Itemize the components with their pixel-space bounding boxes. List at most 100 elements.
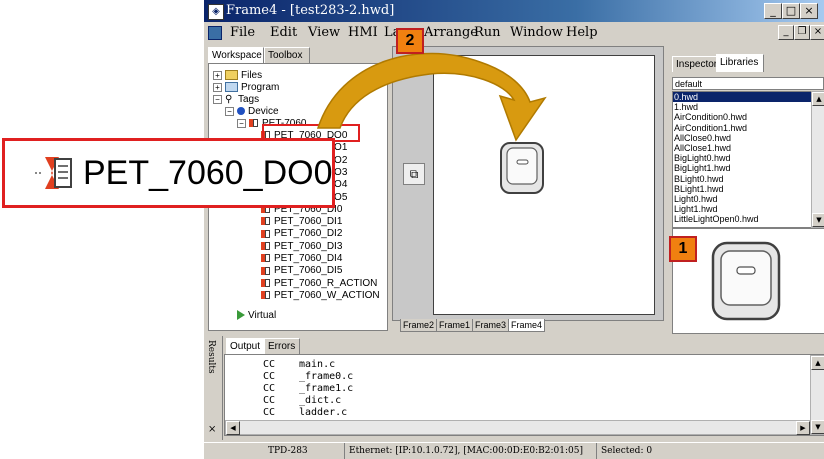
library-item[interactable]: BigLight0.hwd (673, 153, 813, 163)
output-scrollbar[interactable]: ▲ ▼ (810, 355, 824, 435)
close-button[interactable]: × (800, 3, 818, 19)
module-icon (249, 118, 259, 128)
scroll-left-icon[interactable]: ◀ (226, 421, 240, 435)
menu-file[interactable]: File (230, 22, 255, 43)
tree-node-program[interactable]: + Program (213, 82, 279, 94)
scroll-right-icon[interactable]: ▶ (796, 421, 810, 435)
menu-arrange[interactable]: Arrange (424, 22, 478, 43)
mdi-close-button[interactable]: × (810, 25, 824, 40)
collapse-icon[interactable]: − (225, 106, 234, 116)
tab-inspector[interactable]: Inspector (672, 56, 718, 72)
library-item[interactable]: 1.hwd (673, 102, 813, 112)
expand-icon[interactable]: + (213, 82, 222, 92)
library-item[interactable]: Light0.hwd (673, 194, 813, 204)
tag-item-icon (261, 253, 271, 263)
tree-item-tag[interactable]: PET_7060_DI2 (261, 228, 342, 240)
output-hscrollbar[interactable]: ◀ ▶ (225, 420, 811, 435)
menu-hmi[interactable]: HMI (348, 22, 378, 43)
scroll-down-icon[interactable]: ▼ (812, 213, 824, 227)
output-log: ▲ ▼ ◀ ▶ CC main.c CC _frame0.c CC _frame1.c CC… (224, 354, 824, 436)
menu-window[interactable]: Window (510, 22, 563, 43)
tree-item-tag[interactable]: PET_7060_R_ACTION (261, 278, 377, 290)
library-item[interactable]: BLight0.hwd (673, 174, 813, 184)
collapse-icon[interactable]: − (213, 94, 222, 104)
library-item[interactable]: AllClose0.hwd (673, 133, 813, 143)
output-line-cmd: CC (263, 383, 276, 394)
tree-node-device[interactable]: − Device (225, 106, 279, 118)
tree-item-label: PET_7060_DI4 (274, 253, 343, 264)
library-item[interactable]: LittleLightOpen0.hwd (673, 214, 813, 224)
tree-item-tag[interactable]: PET_7060_DI1 (261, 216, 342, 228)
library-select[interactable]: default (672, 77, 824, 90)
tab-frame3[interactable]: Frame3 (472, 319, 510, 332)
design-canvas: ⧉ (392, 46, 664, 321)
menu-edit[interactable]: Edit (270, 22, 297, 43)
window-title: Frame4 - [test283-2.hwd] (226, 3, 395, 18)
output-line-file: main.c (299, 359, 336, 370)
tree-node-tags[interactable]: − ⚲ Tags (213, 94, 259, 106)
library-scrollbar[interactable]: ▲ ▼ (811, 91, 824, 228)
tab-frame4[interactable]: Frame4 (508, 319, 546, 332)
output-line-file: _frame1.c (299, 383, 354, 394)
scroll-down-icon[interactable]: ▼ (811, 420, 824, 434)
minimize-button[interactable]: _ (764, 3, 782, 19)
library-item[interactable]: 0.hwd (673, 92, 813, 103)
tree-item-tag[interactable]: PET_7060_DI3 (261, 241, 342, 253)
scroll-up-icon[interactable]: ▲ (812, 92, 824, 106)
switch-button-widget[interactable] (498, 140, 548, 196)
mdi-restore-button[interactable]: ❐ (794, 25, 810, 40)
layer-tool-icon[interactable]: ⧉ (403, 163, 425, 185)
tag-item-icon (261, 229, 271, 239)
step-badge-2: 2 (396, 28, 424, 54)
menu-view[interactable]: View (308, 22, 340, 43)
preview-switch-icon (711, 241, 781, 321)
tree-item-tag[interactable]: PET_7060_DI5 (261, 265, 342, 277)
library-item[interactable]: BLight1.hwd (673, 184, 813, 194)
status-device: TPD-283 (268, 446, 308, 456)
callout-label: PET_7060_DO0 (83, 154, 333, 192)
tab-workspace[interactable]: Workspace (208, 47, 264, 63)
library-list[interactable]: 0.hwd 1.hwd AirCondition0.hwd AirCondition1… (672, 91, 814, 228)
status-selected: Selected: 0 (596, 443, 652, 459)
tag-item-icon (35, 157, 72, 189)
output-line-cmd: CC (263, 371, 276, 382)
frame-page[interactable] (433, 55, 655, 315)
tag-icon: ⚲ (225, 94, 233, 105)
tab-frame1[interactable]: Frame1 (436, 319, 474, 332)
menu-run[interactable]: Run (474, 22, 501, 43)
scroll-up-icon[interactable]: ▲ (811, 356, 824, 370)
library-item[interactable]: AirCondition1.hwd (673, 123, 813, 133)
tab-frame2[interactable]: Frame2 (400, 319, 438, 332)
mdi-minimize-button[interactable]: _ (778, 25, 794, 40)
menu-bar: File Edit View HMI Lay Arrange Run Windo… (204, 22, 824, 43)
output-line-file: _dict.c (299, 395, 342, 406)
tree-item-label: PET_7060_DI1 (274, 216, 343, 228)
tag-item-icon (261, 266, 271, 276)
tree-node-files[interactable]: + Files (213, 70, 262, 82)
status-bar: TPD-283 Ethernet: [IP:10.1.0.72], [MAC:0… (204, 442, 824, 459)
tag-item-icon (261, 290, 271, 300)
app-window: ◈ Frame4 - [test283-2.hwd] _ □ × File Ed… (204, 0, 824, 459)
tree-item-label: PET_7060_DI3 (274, 240, 343, 252)
collapse-icon[interactable]: − (237, 118, 246, 128)
tree-item-tag[interactable]: PET_7060_DI4 (261, 253, 342, 265)
library-item[interactable]: AirCondition0.hwd (673, 112, 813, 122)
maximize-button[interactable]: □ (782, 3, 800, 19)
tab-libraries[interactable]: Libraries (716, 54, 764, 72)
tree-node-virtual[interactable]: Virtual (237, 310, 276, 322)
output-line-cmd: CC (263, 395, 276, 406)
tree-item-tag[interactable]: PET_7060_W_ACTION (261, 290, 380, 302)
device-icon (237, 107, 245, 116)
expand-icon[interactable]: + (213, 70, 222, 80)
tab-toolbox[interactable]: Toolbox (264, 47, 310, 63)
output-line-file: _frame0.c (299, 371, 354, 382)
step-badge-1: 1 (669, 236, 697, 262)
menu-help[interactable]: Help (566, 22, 598, 43)
library-item[interactable]: AllClose1.hwd (673, 143, 813, 153)
tab-output[interactable]: Output (226, 338, 266, 354)
close-output-icon[interactable]: × (208, 424, 216, 435)
tab-errors[interactable]: Errors (264, 338, 300, 354)
virtual-icon (237, 310, 245, 321)
library-item[interactable]: Light1.hwd (673, 204, 813, 214)
library-item[interactable]: BigLight1.hwd (673, 163, 813, 173)
